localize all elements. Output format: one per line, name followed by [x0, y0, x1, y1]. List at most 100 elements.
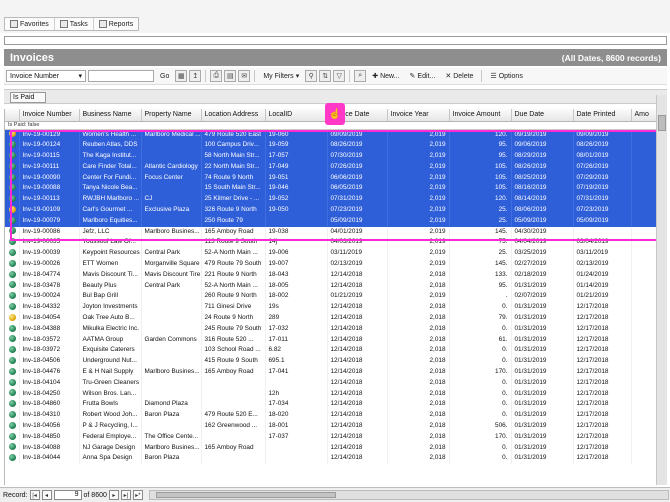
- search-input[interactable]: [88, 70, 154, 82]
- column-header[interactable]: Invoice Amount: [449, 109, 512, 122]
- column-header[interactable]: Invoice Year: [387, 109, 450, 122]
- cell-lid: [265, 442, 328, 454]
- table-row[interactable]: Inv-19-00115 The Kaga Institut... 58 North…: [5, 151, 656, 162]
- table-row[interactable]: Inv-19-00039 Keypoint Resources Central Pa…: [5, 248, 656, 260]
- horizontal-scrollbar-thumb[interactable]: [155, 492, 336, 498]
- prev-record-button[interactable]: ◂: [41, 490, 52, 500]
- options-button[interactable]: ☰ Options: [486, 70, 526, 83]
- vertical-scrollbar-thumb[interactable]: [658, 115, 666, 131]
- column-header[interactable]: LocalID: [265, 109, 328, 122]
- cell-amt: 25.: [449, 205, 512, 216]
- column-header[interactable]: Invoice Number: [19, 109, 80, 122]
- table-row[interactable]: Inv-18-04476 E & H Nail Supply Marlboro Bu…: [5, 367, 656, 378]
- table-row[interactable]: Inv-18-03972 Exquisite Caterers 103 School…: [5, 345, 656, 357]
- my-filters-button[interactable]: My Filters ▾: [259, 70, 303, 83]
- table-row[interactable]: Inv-19-00088 Tanya Nicole Bea... 15 South …: [5, 183, 656, 195]
- table-row[interactable]: Inv-19-00035 Youssouf Law Of... 113 Route …: [5, 237, 656, 249]
- go-button[interactable]: Go: [156, 70, 173, 83]
- cell-loc: 165 Amboy Road: [201, 442, 266, 454]
- table-row[interactable]: Inv-19-00129 Women's Health ... Marlboro M…: [5, 129, 656, 141]
- table-row[interactable]: Inv-19-00024 Bul Bap Grill 260 Route 9 Nor…: [5, 291, 656, 303]
- table-row[interactable]: Inv-19-00111 Care Finder Total... Atlantic…: [5, 161, 656, 173]
- cell-lid: 18-005: [265, 280, 328, 292]
- table-row[interactable]: Inv-19-00090 Center For Fundi... Focus Cen…: [5, 172, 656, 184]
- table-row[interactable]: Inv-18-04850 Federal Employe... The Office…: [5, 431, 656, 443]
- cell-lid: 17-037: [265, 431, 328, 443]
- cell-lid: 14j: [265, 237, 328, 249]
- export-icon[interactable]: ↥: [189, 70, 202, 82]
- cell-due: 01/31/2019: [511, 302, 574, 314]
- print-icon[interactable]: ⎙: [210, 70, 223, 82]
- first-record-button[interactable]: |◂: [29, 490, 40, 500]
- search-field-select[interactable]: Invoice Number ▾: [6, 70, 86, 82]
- table-row[interactable]: Inv-18-04088 NJ Garage Design Marlboro Bus…: [5, 442, 656, 454]
- status-icon: [9, 443, 16, 451]
- record-number-input[interactable]: 9: [53, 490, 82, 500]
- table-row[interactable]: Inv-18-04506 Underground Nut... 415 Route …: [5, 356, 656, 368]
- table-row[interactable]: Inv-19-00124 Reuben Atlas, DDS 100 Campus …: [5, 140, 656, 152]
- funnel-icon[interactable]: ▽: [333, 70, 346, 82]
- group-by-bar: Is Paid: [4, 89, 667, 104]
- top-tab-reports[interactable]: Reports: [94, 18, 139, 30]
- group-chip-is-paid[interactable]: Is Paid: [10, 92, 46, 103]
- search-icon[interactable]: ⌕: [354, 70, 367, 82]
- table-row[interactable]: Inv-18-04774 Mavis Discount Ti... Mavis Di…: [5, 269, 656, 281]
- column-header[interactable]: Date Printed: [573, 109, 632, 122]
- table-row[interactable]: Inv-18-04054 Oak Tree Auto B... 24 Route 9…: [5, 313, 656, 324]
- last-record-button[interactable]: ▸|: [120, 490, 131, 500]
- table-row[interactable]: Inv-18-04332 Joyton Investments 711 Ginesi…: [5, 302, 656, 314]
- cell-amt: 145.: [449, 226, 512, 238]
- cell-loc: 415 Route 9 South: [201, 356, 266, 368]
- column-header[interactable]: [5, 109, 20, 122]
- new-button[interactable]: ✚ New...: [368, 70, 403, 83]
- horizontal-scrollbar[interactable]: [148, 490, 669, 500]
- top-tab-tasks[interactable]: Tasks: [55, 18, 94, 30]
- table-row[interactable]: Inv-18-04250 Wilson Bros. Lan... 12h 12/14/…: [5, 388, 656, 400]
- table-row[interactable]: Inv-19-00113 RWJBH Marlboro ... CJ 25 Kilme…: [5, 194, 656, 206]
- cell-year: 2,018: [387, 388, 450, 400]
- column-header[interactable]: Property Name: [141, 109, 202, 122]
- cell-amt: 25.: [449, 248, 512, 260]
- table-row[interactable]: Inv-18-04056 P & J Recycling, I... 162 Gre…: [5, 421, 656, 432]
- table-row[interactable]: Inv-18-04044 Anna Spa Design Baron Plaza 12…: [5, 453, 656, 465]
- new-record-button[interactable]: ▸*: [132, 490, 143, 500]
- table-row[interactable]: Inv-18-04860 Frutta Bowls Diamond Plaza 17-…: [5, 399, 656, 411]
- print-preview-icon[interactable]: ▤: [224, 70, 237, 82]
- delete-button[interactable]: ✕ Delete: [441, 70, 477, 83]
- cell-amt: 105.: [449, 161, 512, 173]
- column-header[interactable]: Location Address: [201, 109, 266, 122]
- cell-prop: Central Park: [141, 248, 202, 260]
- status-icon: [9, 270, 16, 278]
- table-row[interactable]: Inv-18-04310 Robert Wood Joh... Baron Plaz…: [5, 410, 656, 422]
- table-row[interactable]: Inv-18-03572 AATMA Group Garden Commons 316…: [5, 334, 656, 346]
- column-header[interactable]: Due Date: [511, 109, 574, 122]
- table-row[interactable]: Inv-18-03478 Beauty Plus Central Park 52-A …: [5, 280, 656, 292]
- next-record-button[interactable]: ▸: [108, 490, 119, 500]
- table-row[interactable]: Inv-18-04388 Mikulka Electric Inc. 245 Rou…: [5, 323, 656, 335]
- cell-prop: [141, 151, 202, 162]
- cell-amount-extra: [631, 345, 656, 357]
- table-row[interactable]: Inv-19-00109 Carl's Gourmet ... Exclusive …: [5, 205, 656, 216]
- sort-icon[interactable]: ⇅: [319, 70, 332, 82]
- table-row[interactable]: Inv-19-00026 ETT Women Morganville Square 4…: [5, 259, 656, 270]
- cell-year: 2,018: [387, 334, 450, 346]
- chevron-down-icon: ▾: [78, 73, 82, 80]
- filter-edit-icon[interactable]: ⚲: [305, 70, 318, 82]
- column-header[interactable]: Amo: [631, 109, 656, 122]
- table-row[interactable]: Inv-19-00086 Jefz, LLC Marlboro Busines...…: [5, 226, 656, 238]
- grid-view-icon[interactable]: ▦: [175, 70, 188, 82]
- cell-printed: 12/17/2018: [573, 313, 632, 324]
- cell-loc: 15 South Main Str...: [201, 183, 266, 195]
- cell-prop: [141, 377, 202, 389]
- edit-button[interactable]: ✎ Edit...: [406, 70, 440, 83]
- table-row[interactable]: Inv-18-04104 Tru-Green Cleaners 12/14/2018…: [5, 377, 656, 389]
- cell-amt: 120.: [449, 194, 512, 206]
- cell-bus: Tru-Green Cleaners: [79, 377, 142, 389]
- row-status-cell: [5, 442, 20, 454]
- table-row[interactable]: Inv-19-00079 Marlboro Equities... 250 Rout…: [5, 215, 656, 227]
- cell-prop: [141, 356, 202, 368]
- column-header[interactable]: Business Name: [79, 109, 142, 122]
- vertical-scrollbar[interactable]: [656, 95, 667, 485]
- email-icon[interactable]: ✉: [238, 70, 251, 82]
- top-tab-favorites[interactable]: Favorites: [5, 18, 55, 30]
